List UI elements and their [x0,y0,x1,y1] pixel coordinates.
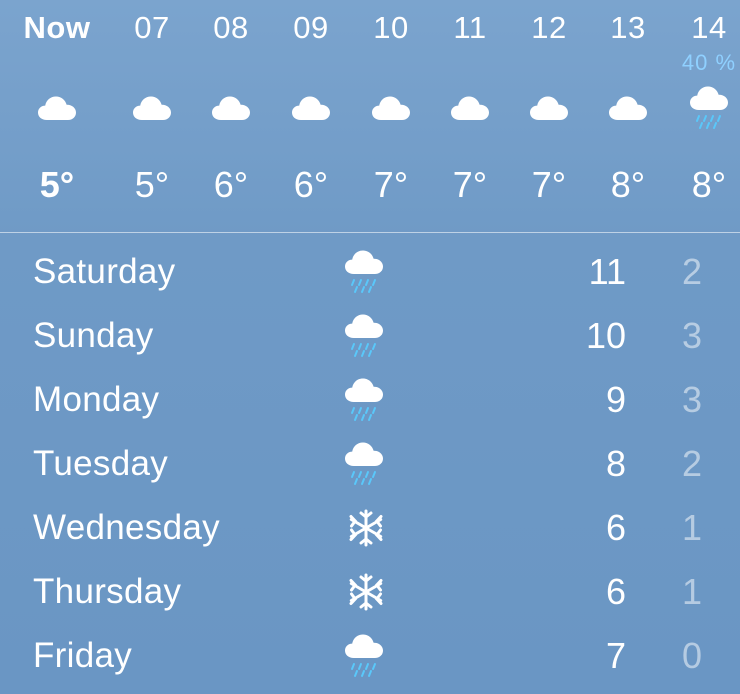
hour-temperature: 5° [39,164,75,205]
snowflake-icon [346,508,392,558]
cloud-icon [608,92,648,138]
rain-cloud-icon [689,84,729,130]
rain-cloud-icon [344,440,390,490]
hourly-forecast[interactable]: Now 5° 07 5° 08 6° 09 6° 10 7° 11 7° 12 7° 13 8° 14 40 % 8… [0,0,740,232]
day-name: Saturday [33,252,176,291]
cloud-icon [132,92,172,138]
day-row: Sunday 10 3 [0,304,740,368]
day-name: Tuesday [33,444,169,483]
day-name: Sunday [33,316,154,355]
hour-temperature: 6° [293,164,329,205]
low-temperature: 3 [681,315,702,356]
hour-temperature: 7° [373,164,409,205]
rain-cloud-icon [344,312,390,362]
hour-column: Now 5° [17,0,97,232]
cloud-icon [371,92,411,138]
divider [0,232,740,233]
high-temperature: 8 [605,443,626,484]
low-temperature: 1 [681,507,702,548]
day-row: Wednesday 6 1 [0,496,740,560]
low-temperature: 1 [681,571,702,612]
hour-label: 10 [373,10,409,45]
rain-cloud-icon [344,632,390,682]
low-temperature: 2 [681,251,702,292]
high-temperature: 6 [605,571,626,612]
cloud-icon [450,92,490,138]
low-temperature: 2 [681,443,702,484]
high-temperature: 6 [605,507,626,548]
hour-column: 08 6° [191,0,271,232]
hour-label: 09 [293,10,329,45]
cloud-icon [211,92,251,138]
hour-temperature: 6° [213,164,249,205]
hour-column: 10 7° [351,0,431,232]
hour-label: 14 [691,10,727,45]
low-temperature: 3 [681,379,702,420]
cloud-icon [37,92,77,138]
hour-temperature: 7° [452,164,488,205]
day-row: Monday 9 3 [0,368,740,432]
hour-temperature: 8° [691,164,727,205]
rain-cloud-icon [344,248,390,298]
hour-label: Now [23,10,91,45]
day-name: Thursday [33,572,182,611]
day-name: Friday [33,636,133,675]
hour-temperature: 8° [610,164,646,205]
day-name: Wednesday [33,508,220,547]
high-temperature: 10 [585,315,626,356]
hour-column: 14 40 % 8° [669,0,740,232]
hour-label: 08 [213,10,249,45]
rain-cloud-icon [344,376,390,426]
day-name: Monday [33,380,160,419]
low-temperature: 0 [681,635,702,676]
cloud-icon [529,92,569,138]
snowflake-icon [346,572,392,622]
hour-column: 07 5° [112,0,192,232]
hour-column: 09 6° [271,0,351,232]
hour-temperature: 5° [134,164,170,205]
day-row: Saturday 11 2 [0,240,740,304]
day-row: Friday 7 0 [0,624,740,688]
hour-column: 12 7° [509,0,589,232]
high-temperature: 11 [588,251,626,292]
hour-label: 12 [531,10,567,45]
day-row: Tuesday 8 2 [0,432,740,496]
high-temperature: 9 [605,379,626,420]
hour-label: 07 [134,10,170,45]
high-temperature: 7 [605,635,626,676]
hour-column: 13 8° [588,0,668,232]
hour-column: 11 7° [430,0,510,232]
cloud-icon [291,92,331,138]
precipitation-chance: 40 % [681,50,737,75]
hour-label: 13 [610,10,646,45]
hour-label: 11 [453,10,487,45]
hour-temperature: 7° [531,164,567,205]
day-row: Thursday 6 1 [0,560,740,624]
